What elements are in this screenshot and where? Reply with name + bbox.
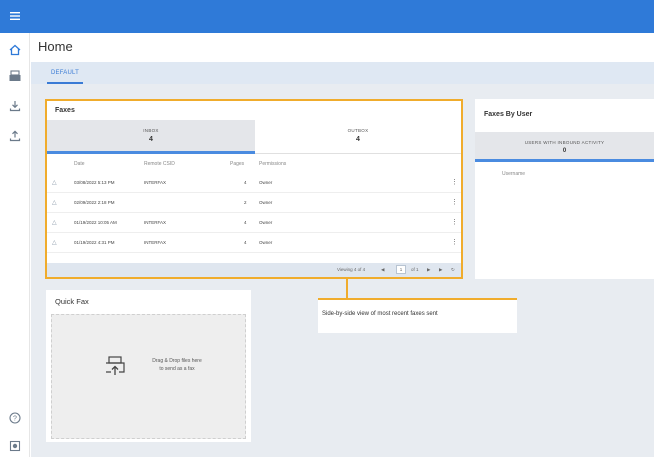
row-pages: 4 <box>244 180 247 185</box>
fax-machine-icon[interactable] <box>8 69 22 83</box>
outbox-count: 4 <box>356 136 360 143</box>
download-icon[interactable]: △ <box>52 179 57 186</box>
settings-icon[interactable] <box>8 439 22 453</box>
dashboard-tabs: DEFAULT <box>31 62 654 84</box>
faxes-by-user-title: Faxes By User <box>484 111 533 118</box>
dropzone-text: Drag & Drop files here to send as a fax <box>132 357 222 373</box>
fax-dropzone[interactable]: Drag & Drop files here to send as a fax <box>51 314 246 439</box>
row-csid: INTERFAX <box>144 180 167 185</box>
pager-of-text: of 1 <box>411 267 419 272</box>
more-options-icon[interactable]: ⋮ <box>451 178 458 186</box>
column-permissions[interactable]: Permissions <box>259 161 286 167</box>
last-page-icon[interactable]: ▶ <box>439 267 442 273</box>
row-pages: 2 <box>244 200 247 205</box>
upload-icon[interactable] <box>8 129 22 143</box>
svg-text:?: ? <box>13 416 17 423</box>
quick-fax-title: Quick Fax <box>55 297 89 306</box>
row-date: 03/08/2022 5:13 PM <box>74 180 115 185</box>
outbox-label: OUTBOX <box>347 128 369 133</box>
download-icon[interactable] <box>8 99 22 113</box>
refresh-icon[interactable]: ↻ <box>451 267 455 273</box>
dropzone-text-line-2: to send as a fax <box>159 366 195 372</box>
inbox-tab[interactable]: INBOX 4 <box>47 120 255 154</box>
more-options-icon[interactable]: ⋮ <box>451 238 458 246</box>
inbox-count: 4 <box>149 136 153 143</box>
hamburger-icon[interactable] <box>9 10 21 22</box>
help-icon[interactable]: ? <box>8 411 22 425</box>
first-page-icon[interactable]: ◀ <box>381 267 384 273</box>
row-date: 01/19/2022 10:05 AM <box>74 220 117 225</box>
row-pages: 4 <box>244 220 247 225</box>
row-permissions: Owner <box>259 200 273 205</box>
column-username[interactable]: Username <box>502 171 525 177</box>
inbox-outbox-toggle: INBOX 4 OUTBOX 4 <box>47 120 461 154</box>
users-inbound-activity-count: 0 <box>562 148 567 154</box>
row-permissions: Owner <box>259 180 273 185</box>
callout-box: Side-by-side view of most recent faxes s… <box>318 300 517 333</box>
sidebar: ? <box>0 33 30 457</box>
table-row[interactable]: △ 01/19/2022 10:05 AM INTERFAX 4 Owner ⋮ <box>47 213 461 233</box>
home-icon[interactable] <box>8 43 22 57</box>
row-date: 02/09/2022 2:18 PM <box>74 200 115 205</box>
faxes-by-user-card: Faxes By User USERS WITH INBOUND ACTIVIT… <box>475 99 654 279</box>
row-date: 01/19/2022 4:31 PM <box>74 240 115 245</box>
table-header: Date Remote CSID Pages Permissions <box>47 158 461 171</box>
callout-text: Side-by-side view of most recent faxes s… <box>322 311 438 317</box>
page-title: Home <box>38 39 73 54</box>
column-remote-csid[interactable]: Remote CSID <box>144 161 175 167</box>
dropzone-text-line-1: Drag & Drop files here <box>152 358 202 364</box>
page-number-input[interactable]: 1 <box>396 265 406 274</box>
fax-upload-icon <box>104 355 126 377</box>
row-permissions: Owner <box>259 220 273 225</box>
download-icon[interactable]: △ <box>52 219 57 226</box>
inbox-label: INBOX <box>143 128 159 133</box>
column-date[interactable]: Date <box>74 161 85 167</box>
column-pages[interactable]: Pages <box>230 161 244 167</box>
faxes-title: Faxes <box>55 107 75 114</box>
more-options-icon[interactable]: ⋮ <box>451 218 458 226</box>
tab-default[interactable]: DEFAULT <box>47 62 83 84</box>
table-row[interactable]: △ 02/09/2022 2:18 PM 2 Owner ⋮ <box>47 193 461 213</box>
faxes-card: Faxes INBOX 4 OUTBOX 4 Date Remote CSID … <box>45 99 463 279</box>
row-csid: INTERFAX <box>144 220 167 225</box>
callout-connector <box>346 279 348 298</box>
table-row[interactable]: △ 01/19/2022 4:31 PM INTERFAX 4 Owner ⋮ <box>47 233 461 253</box>
next-page-icon[interactable]: ▶ <box>427 267 430 273</box>
download-icon[interactable]: △ <box>52 199 57 206</box>
outbox-tab[interactable]: OUTBOX 4 <box>255 120 461 154</box>
quick-fax-card: Quick Fax Drag & Drop files here to send… <box>46 290 251 442</box>
hamburger-icon-svg <box>10 12 20 20</box>
pagination-bar: Viewing 4 of 4 ◀ 1 of 1 ▶ ▶ ↻ <box>47 263 461 277</box>
more-options-icon[interactable]: ⋮ <box>451 198 458 206</box>
users-inbound-activity-label: USERS WITH INBOUND ACTIVITY <box>524 140 605 145</box>
row-permissions: Owner <box>259 240 273 245</box>
pager-viewing-text: Viewing 4 of 4 <box>337 267 366 272</box>
row-pages: 4 <box>244 240 247 245</box>
download-icon[interactable]: △ <box>52 239 57 246</box>
row-csid: INTERFAX <box>144 240 167 245</box>
top-bar <box>0 0 654 33</box>
table-row[interactable]: △ 03/08/2022 5:13 PM INTERFAX 4 Owner ⋮ <box>47 173 461 193</box>
users-inbound-activity-tab[interactable]: USERS WITH INBOUND ACTIVITY 0 <box>475 132 654 162</box>
